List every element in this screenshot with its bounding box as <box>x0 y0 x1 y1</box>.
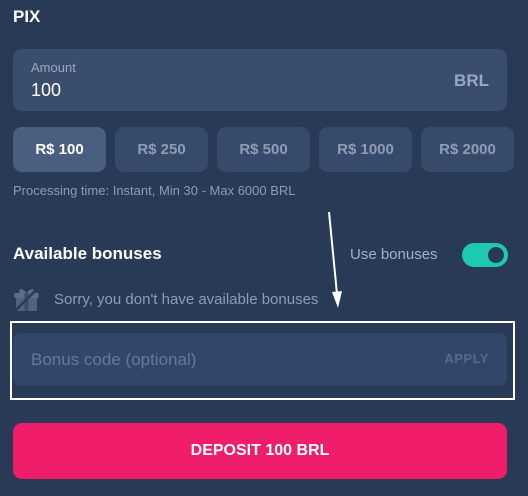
processing-time-text: Processing time: Instant, Min 30 - Max 6… <box>13 183 296 198</box>
toggle-knob <box>488 247 504 263</box>
quick-amount-1000[interactable]: R$ 1000 <box>319 127 412 172</box>
amount-label: Amount <box>31 60 76 75</box>
section-title: PIX <box>13 7 41 26</box>
amount-value[interactable]: 100 <box>31 80 61 101</box>
use-bonuses-toggle[interactable] <box>462 243 508 267</box>
quick-amount-500[interactable]: R$ 500 <box>217 127 310 172</box>
quick-amount-250[interactable]: R$ 250 <box>115 127 208 172</box>
annotation-arrow-icon <box>328 211 342 308</box>
quick-amount-2000[interactable]: R$ 2000 <box>421 127 514 172</box>
use-bonuses-label: Use bonuses <box>350 246 438 263</box>
gift-icon <box>14 287 39 312</box>
bonus-code-box: APPLY <box>13 333 507 386</box>
quick-amount-100[interactable]: R$ 100 <box>13 127 106 172</box>
deposit-button[interactable]: DEPOSIT 100 BRL <box>13 423 507 479</box>
apply-button[interactable]: APPLY <box>444 351 489 366</box>
bonuses-title: Available bonuses <box>13 244 162 263</box>
bonus-code-input[interactable] <box>13 333 413 386</box>
no-bonuses-message: Sorry, you don't have available bonuses <box>54 291 319 308</box>
amount-field[interactable]: Amount 100 BRL <box>13 49 507 111</box>
quick-amount-chips: R$ 100 R$ 250 R$ 500 R$ 1000 R$ 2000 <box>13 127 514 172</box>
amount-currency: BRL <box>454 71 489 90</box>
